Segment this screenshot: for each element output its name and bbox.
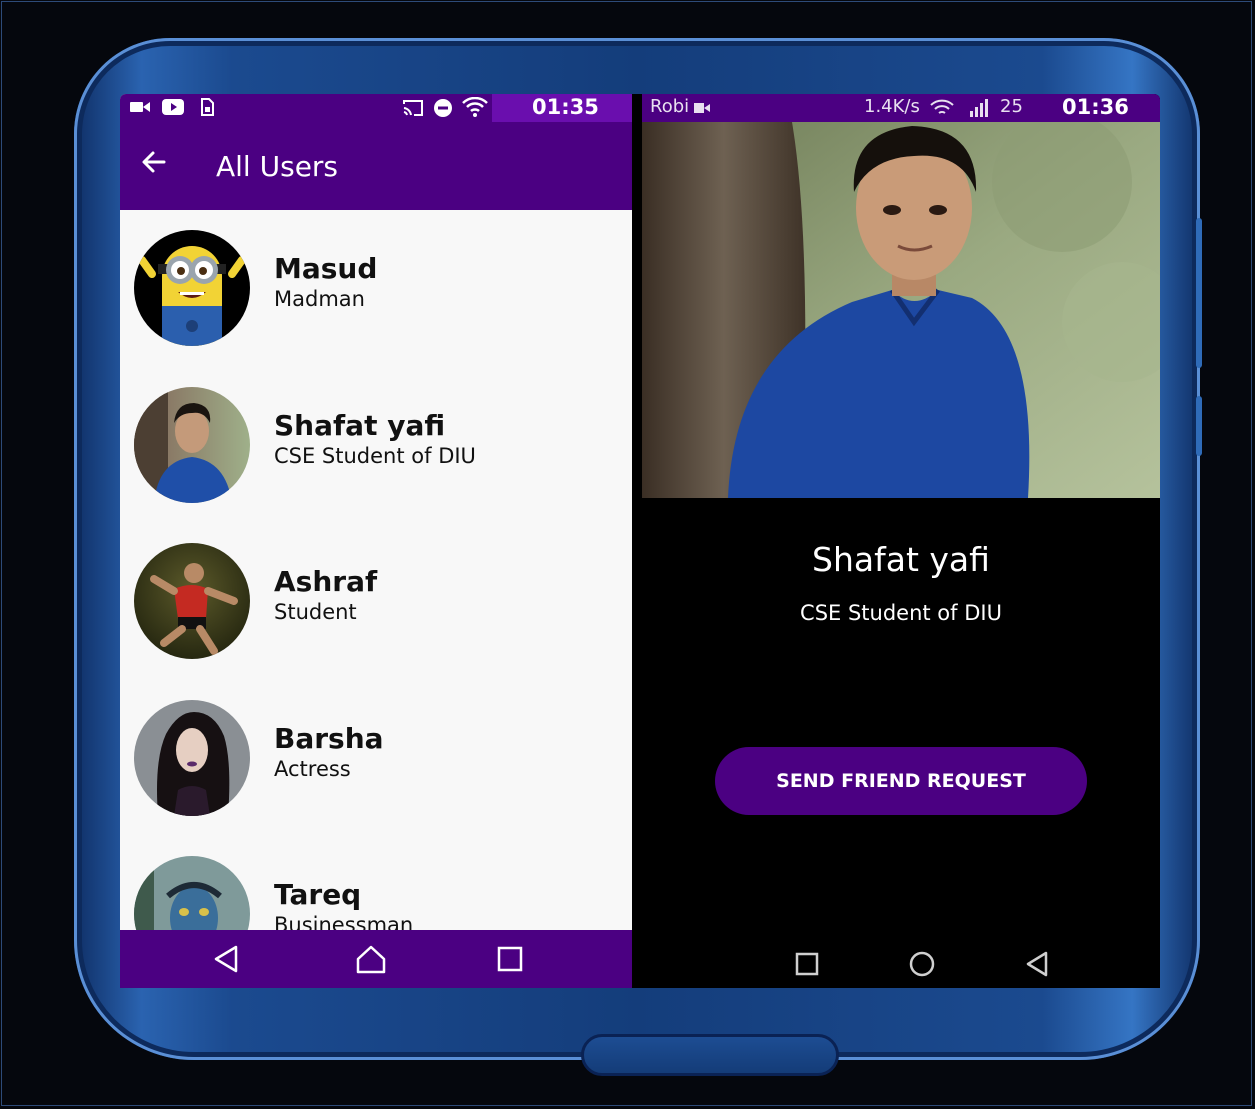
arrow-left-icon[interactable] (140, 144, 168, 184)
power-key[interactable] (1196, 396, 1202, 456)
volume-key[interactable] (1196, 218, 1202, 368)
user-status: CSE Student of DIU (274, 444, 476, 468)
profile-screen: Robi 1.4K/s 25 01:36 Shafat yafi CSE Stu… (642, 94, 1160, 988)
profile-name: Shafat yafi (812, 540, 990, 579)
soccer-player-avatar (134, 543, 250, 659)
page-title: All Users (216, 150, 339, 183)
network-speed: 1.4K/s (864, 96, 920, 117)
user-name: Barsha (274, 722, 384, 755)
status-time: 01:35 (532, 95, 599, 119)
recents-square-icon[interactable] (493, 944, 527, 974)
user-status: Actress (274, 757, 351, 781)
list-item[interactable]: Ashraf Student (120, 523, 632, 679)
list-item[interactable]: Tareq Businessman (120, 836, 632, 930)
all-users-screen: 01:35 All Users Masud Madman Shafat yafi… (120, 94, 632, 988)
avatar-blue-alien-avatar (134, 856, 250, 930)
video-call-icon (694, 103, 710, 113)
minion-avatar (134, 230, 250, 346)
list-item[interactable]: Shafat yafi CSE Student of DIU (120, 367, 632, 523)
user-name: Ashraf (274, 565, 378, 598)
dnd-icon (434, 99, 452, 117)
app-bar: All Users (120, 122, 632, 210)
wifi-icon (930, 99, 954, 114)
woman-portrait-avatar (134, 700, 250, 816)
battery-level: 25 (1000, 96, 1023, 117)
youtube-icon (162, 99, 184, 115)
signal-icon (970, 99, 988, 117)
user-name: Tareq (274, 878, 362, 911)
profile-photo (642, 122, 1160, 498)
video-call-icon (130, 102, 150, 112)
home-icon[interactable] (354, 944, 388, 974)
list-item[interactable]: Barsha Actress (120, 680, 632, 836)
status-time: 01:36 (1062, 95, 1129, 119)
send-friend-request-button[interactable]: SEND FRIEND REQUEST (715, 747, 1087, 815)
home-circle-icon[interactable] (907, 950, 937, 978)
status-bar: 01:35 (120, 94, 632, 122)
sim-icon (201, 98, 214, 116)
list-item[interactable]: Masud Madman (120, 210, 632, 366)
profile-status: CSE Student of DIU (800, 601, 1002, 625)
navigation-bar (120, 930, 632, 988)
screen: 01:35 All Users Masud Madman Shafat yafi… (120, 94, 1160, 988)
recents-square-icon[interactable] (792, 950, 822, 978)
user-list: Masud Madman Shafat yafi CSE Student of … (120, 210, 632, 930)
cast-icon (403, 100, 423, 116)
user-name: Masud (274, 252, 378, 285)
home-key[interactable] (581, 1034, 839, 1076)
status-bar: Robi 1.4K/s 25 01:36 (642, 94, 1160, 122)
man-blue-shirt-avatar (134, 387, 250, 503)
carrier-name: Robi (650, 96, 690, 117)
user-name: Shafat yafi (274, 409, 446, 442)
back-triangle-icon[interactable] (210, 944, 244, 974)
wifi-icon (462, 97, 488, 117)
user-status: Madman (274, 287, 365, 311)
status-time-box: 01:35 (492, 94, 632, 122)
back-triangle-icon[interactable] (1022, 950, 1052, 978)
user-status: Student (274, 600, 357, 624)
split-divider (632, 94, 642, 988)
user-status: Businessman (274, 913, 414, 930)
